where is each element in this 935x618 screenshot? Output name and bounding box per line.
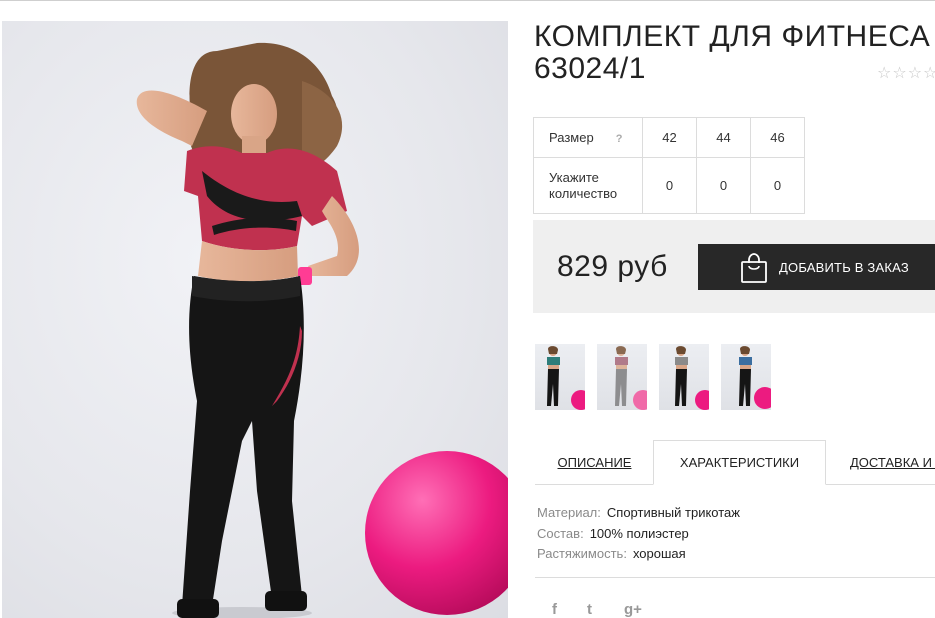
quantity-input-46[interactable]: 0 — [750, 157, 805, 214]
add-to-order-label: ДОБАВИТЬ В ЗАКАЗ — [779, 259, 909, 275]
quantity-label-line2: количество — [549, 185, 618, 201]
tab-characteristics[interactable]: ХАРАКТЕРИСТИКИ — [653, 440, 826, 485]
property-composition-value: 100% полиэстер — [589, 525, 689, 541]
twitter-icon[interactable]: t — [587, 601, 592, 618]
property-material-value: Спортивный трикотаж — [606, 505, 740, 520]
price: 829 руб — [557, 250, 668, 283]
shopping-bag-icon — [741, 253, 767, 283]
size-label: Размер — [549, 130, 594, 145]
product-title: КОМПЛЕКТ ДЛЯ ФИТНЕСА 63024/1 — [534, 21, 934, 85]
property-stretch: Растяжимость: хорошая — [537, 544, 740, 565]
size-42: 42 — [642, 117, 697, 158]
size-help-icon[interactable]: ? — [616, 133, 623, 145]
thumbnail-2[interactable] — [597, 344, 647, 410]
quantity-input-42[interactable]: 0 — [642, 157, 697, 214]
property-stretch-label: Растяжимость: — [537, 546, 627, 561]
characteristics-list: Материал: Спортивный трикотаж Состав: 100%… — [537, 503, 740, 565]
size-44: 44 — [696, 117, 751, 158]
thumbnail-1[interactable] — [535, 344, 585, 410]
facebook-icon[interactable]: f — [552, 601, 557, 618]
google-plus-icon[interactable]: g+ — [624, 601, 642, 618]
rating-stars[interactable]: ☆☆☆☆ — [877, 63, 935, 83]
product-main-image[interactable] — [2, 21, 508, 618]
top-divider — [0, 0, 935, 1]
property-stretch-value: хорошая — [632, 546, 686, 561]
price-box: 829 руб ДОБАВИТЬ В ЗАКАЗ — [533, 220, 935, 313]
size-label-cell: Размер? — [533, 117, 643, 158]
product-title-line1: КОМПЛЕКТ ДЛЯ ФИТНЕСА — [534, 20, 931, 53]
size-46: 46 — [750, 117, 805, 158]
property-material-label: Материал: — [537, 505, 601, 520]
thumbnail-3[interactable] — [659, 344, 709, 410]
characteristics-divider — [535, 577, 935, 578]
property-material: Материал: Спортивный трикотаж — [537, 503, 740, 524]
property-composition: Состав: 100% полиэстер — [537, 524, 740, 545]
quantity-label: Укажите количество — [533, 157, 643, 214]
quantity-row: Укажите количество 0 0 0 — [533, 157, 805, 214]
size-row: Размер? 42 44 46 — [533, 117, 805, 158]
property-composition-label: Состав: — [537, 525, 584, 541]
quantity-input-44[interactable]: 0 — [696, 157, 751, 214]
add-to-order-button[interactable]: ДОБАВИТЬ В ЗАКАЗ — [698, 244, 935, 290]
tab-description[interactable]: ОПИСАНИЕ — [535, 440, 654, 485]
tab-delivery[interactable]: ДОСТАВКА И О — [826, 440, 935, 485]
quantity-label-line1: Укажите — [549, 169, 599, 185]
product-title-line2: 63024/1 — [534, 52, 646, 85]
thumbnail-4[interactable] — [721, 344, 771, 410]
size-table: Размер? 42 44 46 Укажите количество 0 0 … — [533, 117, 805, 214]
